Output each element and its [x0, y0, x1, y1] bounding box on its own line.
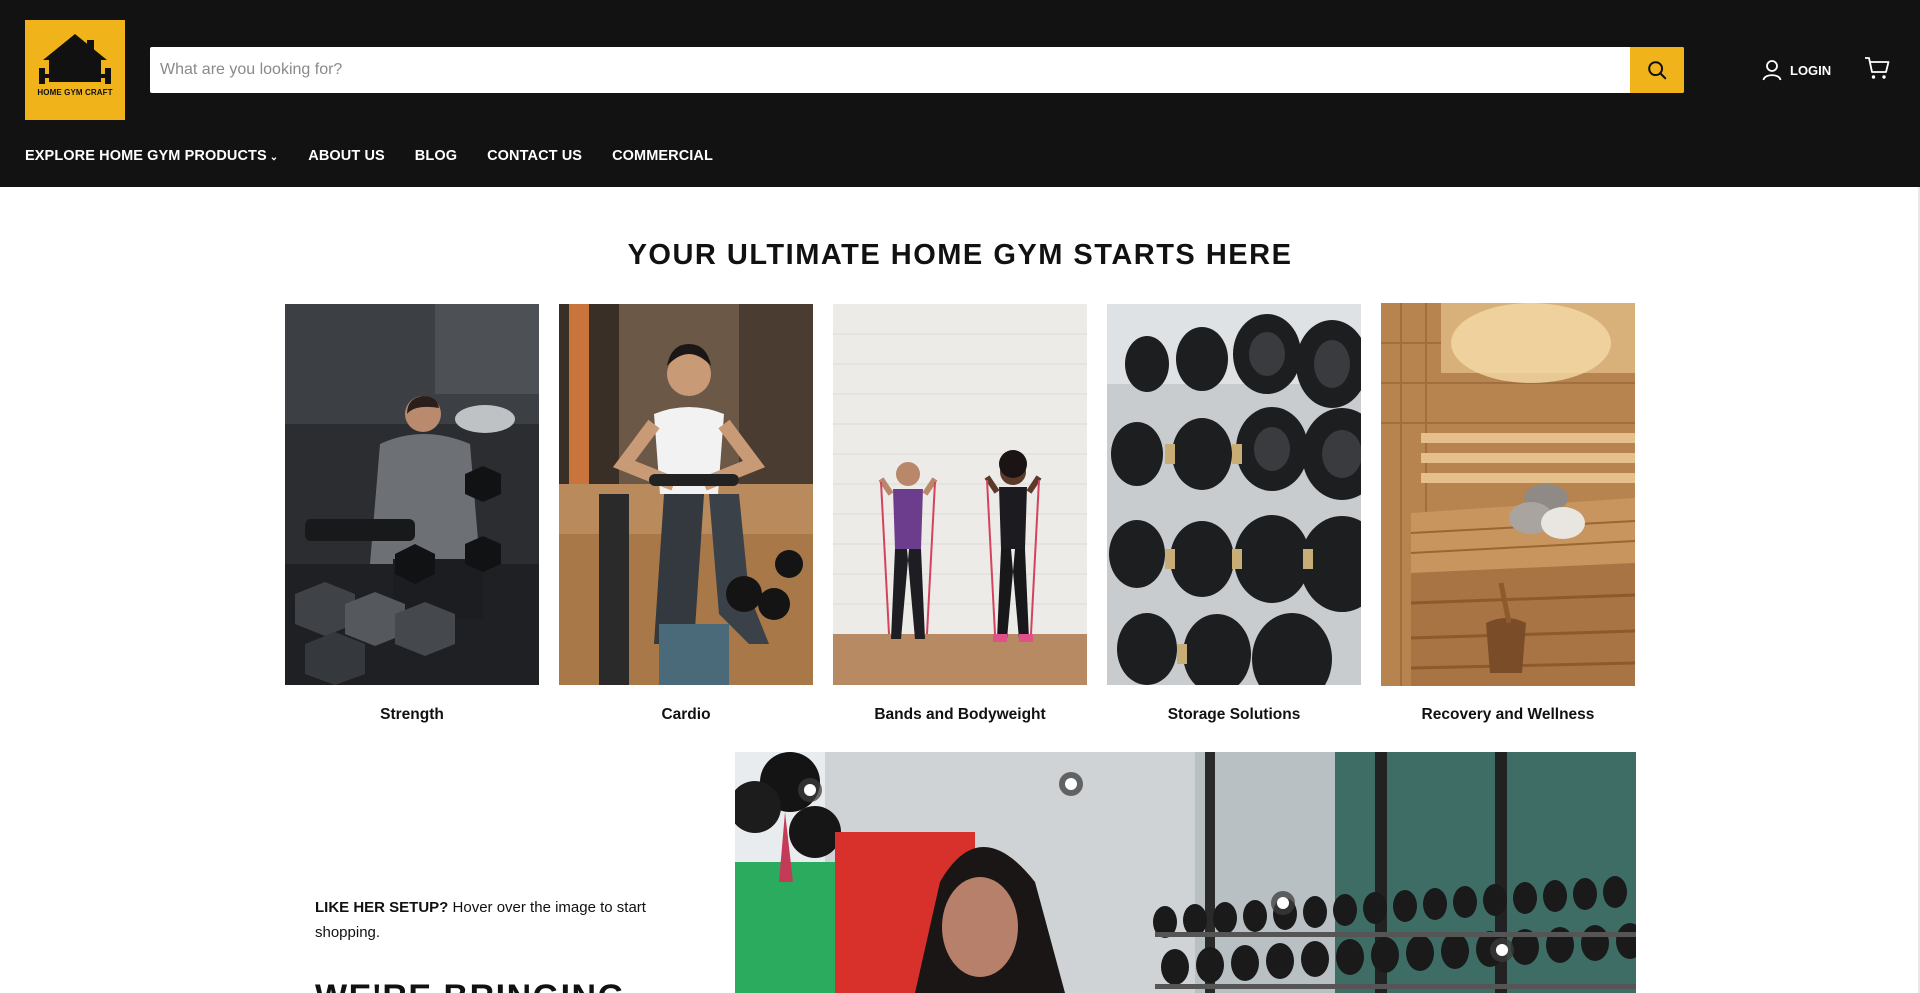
category-bands[interactable]: Bands and Bodyweight [833, 304, 1087, 724]
product-hotspot[interactable] [1271, 891, 1295, 915]
search-input[interactable] [150, 47, 1629, 93]
shop-the-look-lead: LIKE HER SETUP? [315, 899, 449, 916]
category-image-cardio [559, 304, 813, 685]
nav-item-explore[interactable]: EXPLORE HOME GYM PRODUCTS ⌄ [25, 148, 278, 164]
cart-icon [1865, 57, 1890, 79]
category-image-storage [1107, 304, 1361, 685]
category-label: Recovery and Wellness [1421, 706, 1595, 723]
house-logo-icon [39, 34, 111, 84]
nav-item-commercial[interactable]: COMMERCIAL [612, 148, 713, 164]
cart-button[interactable] [1864, 56, 1890, 85]
category-image-strength [285, 304, 539, 685]
login-label: LOGIN [1790, 62, 1832, 78]
search-bar [150, 47, 1684, 93]
category-image-bands [833, 304, 1087, 685]
nav-item-about[interactable]: ABOUT US [308, 148, 385, 164]
search-icon [1648, 61, 1667, 80]
category-recovery[interactable]: Recovery and Wellness [1381, 303, 1635, 724]
product-hotspot[interactable] [798, 778, 822, 802]
main-nav: EXPLORE HOME GYM PRODUCTS ⌄ ABOUT US BLO… [25, 148, 713, 164]
nav-item-label: ABOUT US [308, 148, 385, 164]
nav-item-label: CONTACT US [487, 148, 583, 164]
section-heading: WE'RE BRINGING [315, 978, 626, 993]
brand-logo[interactable]: HOME GYM CRAFT [25, 20, 125, 120]
category-cardio[interactable]: Cardio [559, 304, 813, 724]
category-storage[interactable]: Storage Solutions [1107, 304, 1361, 724]
shop-the-look-text: LIKE HER SETUP? Hover over the image to … [315, 895, 695, 945]
shop-the-look-image[interactable] [735, 752, 1636, 993]
page-title: YOUR ULTIMATE HOME GYM STARTS HERE [627, 239, 1293, 271]
nav-item-label: COMMERCIAL [612, 148, 713, 164]
category-label: Storage Solutions [1167, 706, 1301, 723]
nav-item-label: BLOG [414, 148, 458, 164]
site-header: HOME GYM CRAFT LOGIN EXPLORE HOME GYM PR… [0, 0, 1920, 187]
category-label: Cardio [661, 706, 711, 723]
category-image-recovery [1381, 303, 1635, 686]
category-label: Strength [380, 706, 444, 723]
nav-item-blog[interactable]: BLOG [415, 148, 457, 164]
product-hotspot[interactable] [1490, 938, 1514, 962]
category-strength[interactable]: Strength [285, 304, 539, 724]
nav-item-contact[interactable]: CONTACT US [487, 148, 582, 164]
category-label: Bands and Bodyweight [874, 706, 1046, 723]
logo-text: HOME GYM CRAFT [37, 88, 113, 97]
product-hotspot[interactable] [1059, 772, 1083, 796]
login-link[interactable]: LOGIN [1762, 58, 1831, 82]
search-button[interactable] [1630, 47, 1684, 93]
chevron-down-icon: ⌄ [269, 152, 279, 163]
nav-item-label: EXPLORE HOME GYM PRODUCTS [25, 148, 267, 164]
category-grid: Strength Cardio Bands and Bodyweight Sto… [285, 303, 1636, 724]
user-icon [1762, 60, 1782, 81]
